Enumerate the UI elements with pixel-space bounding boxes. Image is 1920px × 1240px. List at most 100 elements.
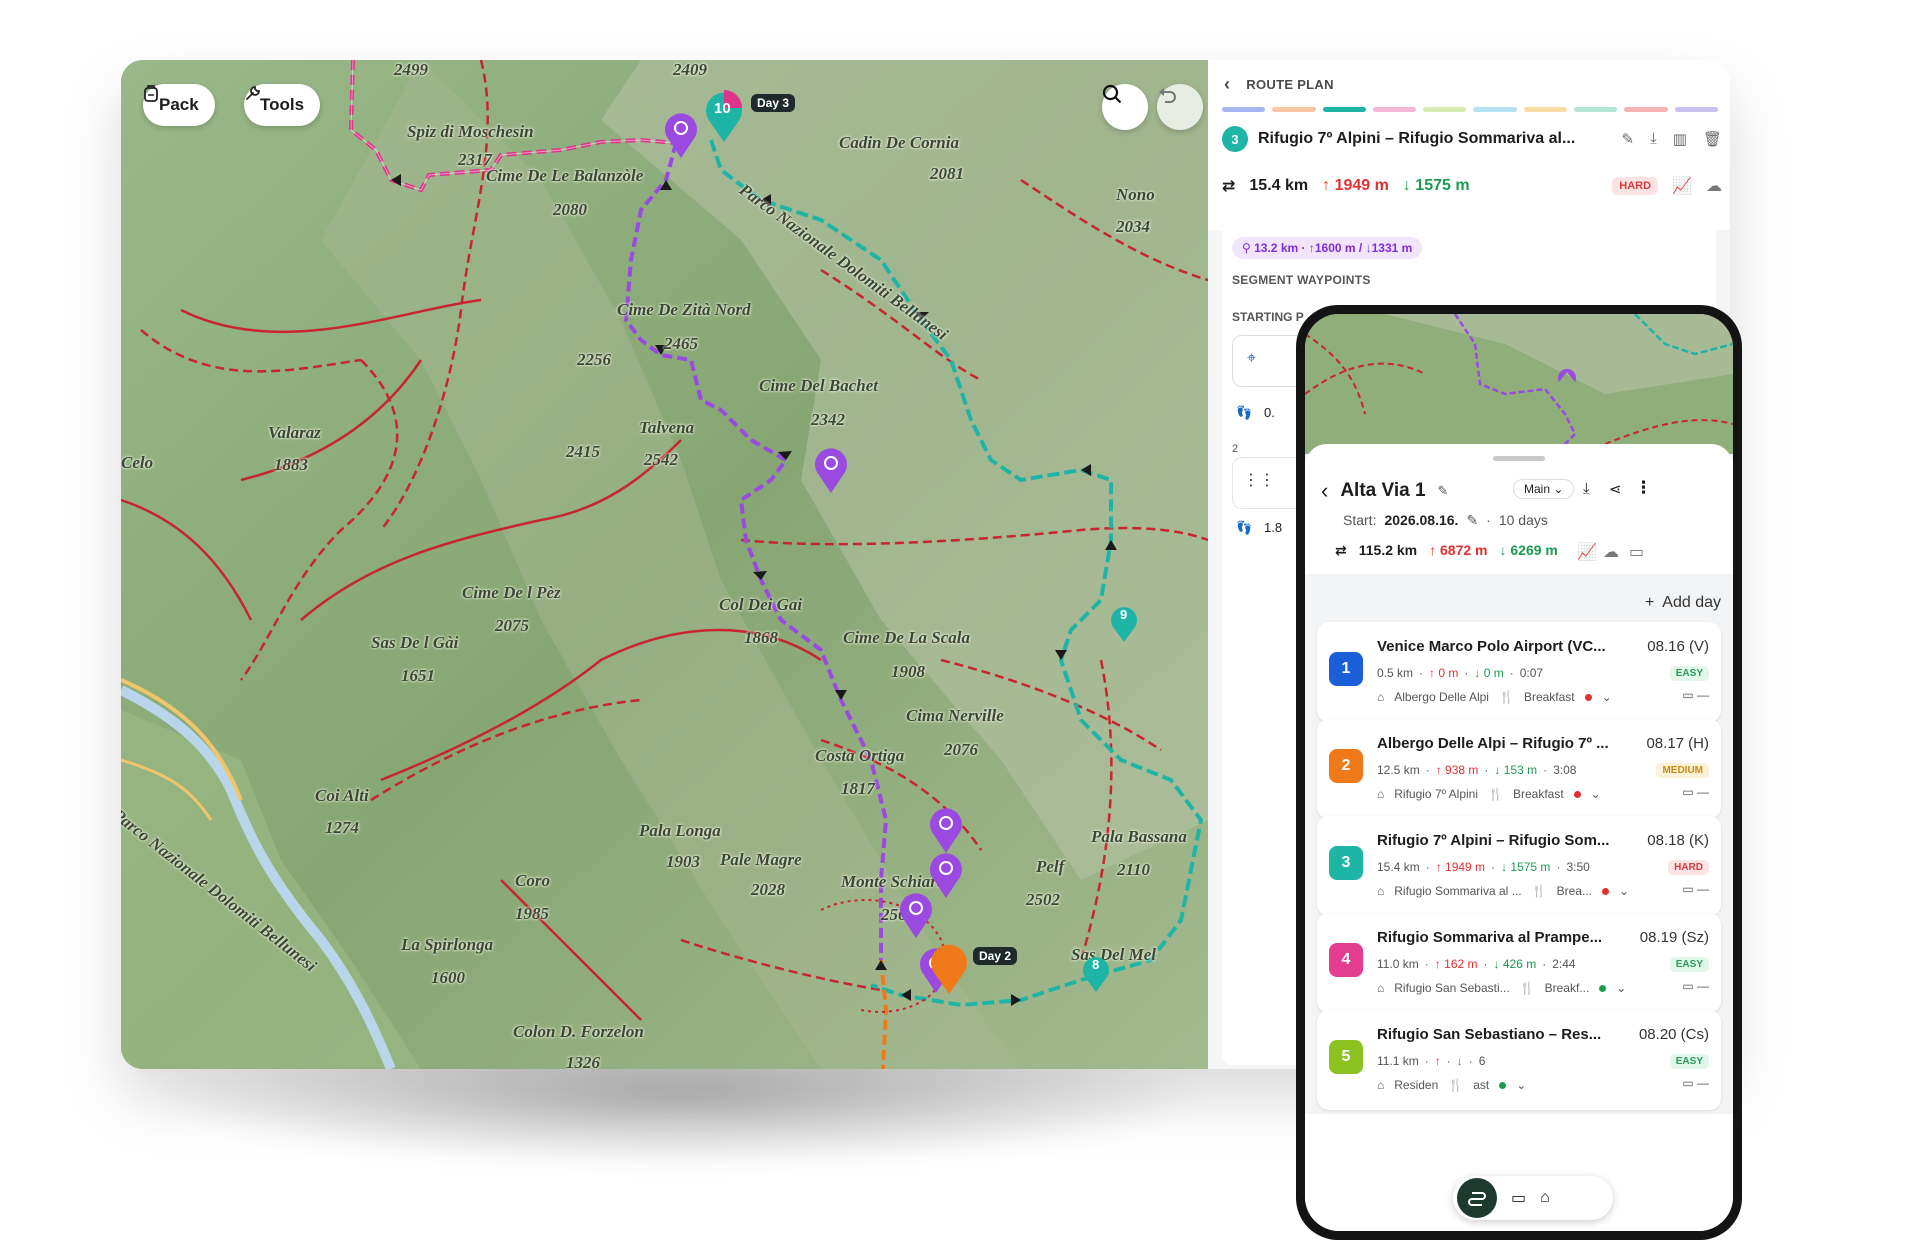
day-color-bar[interactable] [1222,107,1718,112]
topo-map[interactable]: 2499 2409 Spiz di Moschesin 2317 Cime De… [121,60,1208,1069]
route-descent: 6269 m [1510,542,1558,558]
color-segment[interactable] [1372,107,1417,112]
edit-icon[interactable]: ✎ [1622,130,1635,148]
pack-button[interactable]: Pack [143,84,215,126]
start-label: Start: [1343,512,1377,528]
day-date: 08.19 (Sz) [1639,929,1709,946]
chevron-down-icon[interactable]: ⌄ [1616,981,1626,995]
difficulty-badge: EASY [1669,666,1709,681]
color-segment[interactable] [1322,107,1366,112]
day-stay: ⌂ Rifugio Sommariva al ... 🍴 Brea... ⌄ [1377,884,1629,898]
day-title: Rifugio Sommariva al Prampe... [1377,929,1603,946]
wallet-icon[interactable]: ▭ — [1682,688,1709,702]
bed-icon: ⌂ [1377,981,1385,995]
day2-marker[interactable] [926,940,972,996]
cloud-icon[interactable]: ☁ [1706,176,1722,196]
share-icon[interactable]: ⋖ [1609,480,1622,498]
leg-distance: 0. [1264,405,1275,420]
wallet-tab[interactable]: ▭ [1511,1188,1526,1208]
chart-icon[interactable]: 📈 [1577,542,1597,562]
meal: Breakf... [1544,981,1590,995]
plan-selector[interactable]: Main ⌄ [1513,479,1575,499]
color-segment[interactable] [1473,107,1517,112]
map-label: 1600 [431,968,465,987]
columns-icon[interactable]: ▥ [1673,130,1687,148]
bed-tab[interactable]: ⌂ [1540,1189,1550,1207]
color-segment[interactable] [1624,107,1668,112]
sheet-grabber[interactable] [1493,456,1545,461]
difficulty-badge: EASY [1669,1054,1709,1069]
cloud-icon[interactable]: ☁ [1603,542,1619,562]
map-label: Coi Alti [315,786,369,805]
undo-icon [1159,88,1176,103]
day-card[interactable]: 4 Rifugio Sommariva al Prampe... 08.19 (Sz… [1317,913,1721,1013]
trash-icon[interactable]: 🗑 [1703,130,1722,148]
chevron-left-icon[interactable]: ‹ [1321,478,1328,504]
start-row: Start: 2026.08.16. ✎ · 10 days [1343,512,1548,529]
map-label: Pale Magre [720,850,802,869]
mini-map[interactable] [1305,314,1733,454]
difficulty-badge: MEDIUM [1656,763,1709,778]
download-icon[interactable]: ⤓ [1650,130,1657,148]
meal: ast [1473,1078,1490,1092]
map-label: Sas De l Gài [371,633,459,652]
edit-icon[interactable]: ✎ [1466,512,1478,529]
download-icon[interactable]: ⤓ [1583,480,1590,497]
day-ascent: 938 m [1445,763,1479,777]
waypoint-pin[interactable] [926,805,966,855]
day-card[interactable]: 3 Rifugio 7º Alpini – Rifugio Som... 08.18… [1317,816,1721,916]
wallet-icon[interactable]: ▭ — [1682,882,1709,896]
wallet-icon[interactable]: ▭ — [1682,785,1709,799]
wallet-icon[interactable]: ▭ — [1682,1076,1709,1090]
day-card[interactable]: 1 Venice Marco Polo Airport (VC... 08.16 (… [1317,622,1721,722]
wallet-icon[interactable]: ▭ [1629,542,1644,562]
day-distance: 11.1 km [1377,1054,1419,1068]
tools-button[interactable]: Tools [244,84,321,126]
waypoint-pin[interactable] [896,890,936,940]
waypoint-pin[interactable] [661,110,701,160]
wallet-icon[interactable]: ▭ — [1682,979,1709,993]
chevron-down-icon[interactable]: ⌄ [1516,1078,1526,1092]
day-card[interactable]: 5 Rifugio San Sebastiano – Res... 08.20 (C… [1317,1010,1721,1110]
add-day-button[interactable]: + Add day [1645,594,1721,612]
color-segment[interactable] [1674,107,1718,112]
map-label: 1817 [841,779,875,798]
chart-icon[interactable]: 📈 [1672,176,1692,196]
chevron-down-icon[interactable]: ⌄ [1602,690,1612,704]
waypoint-pin[interactable] [811,445,851,495]
status-dot [1599,984,1607,992]
edit-icon[interactable]: ✎ [1438,483,1449,499]
route-tab[interactable] [1457,1178,1497,1218]
color-segment[interactable] [1423,107,1467,112]
drag-handle-icon[interactable]: ⋮⋮ [1243,470,1275,490]
map-label: 2076 [944,740,978,759]
map-label: Cime De La Scala [843,628,971,647]
color-segment[interactable] [1523,107,1568,112]
route-plan-back[interactable]: ‹ ROUTE PLAN [1224,74,1334,95]
map-label: Valaraz [268,423,321,442]
map-label: Pala Longa [639,821,721,840]
map-canvas [121,60,1208,1069]
add-day-label: Add day [1662,594,1721,611]
color-segment[interactable] [1272,107,1316,112]
day-distance: 12.5 km [1377,763,1420,777]
map-label: Talvena [639,418,695,437]
ascent-icon: ↑ [1322,177,1335,194]
color-segment[interactable] [1222,107,1266,112]
search-button[interactable] [1102,84,1148,130]
more-icon[interactable]: ⋮ [1635,478,1652,498]
day-date: 08.17 (H) [1646,735,1709,752]
day-stay: ⌂ Rifugio San Sebasti... 🍴 Breakf... ⌄ [1377,981,1626,995]
start-date: 2026.08.16. [1384,512,1459,528]
map-label: Cime Del Bachet [759,376,878,395]
map-label: 2342 [811,410,845,429]
chevron-down-icon[interactable]: ⌄ [1619,884,1629,898]
undo-button[interactable] [1157,84,1203,130]
map-label: 2256 [577,350,611,369]
day-card[interactable]: 2 Albergo Delle Alpi – Rifugio 7º ... 08.1… [1317,719,1721,819]
day-stats: 11.0 km · ↑ 162 m · ↓ 426 m · 2:44 [1377,957,1576,971]
chevron-down-icon[interactable]: ⌄ [1591,787,1601,801]
color-segment[interactable] [1574,107,1618,112]
day-title: Rifugio 7º Alpini – Rifugio Som... [1377,832,1610,849]
day-number-badge: 2 [1329,749,1363,783]
